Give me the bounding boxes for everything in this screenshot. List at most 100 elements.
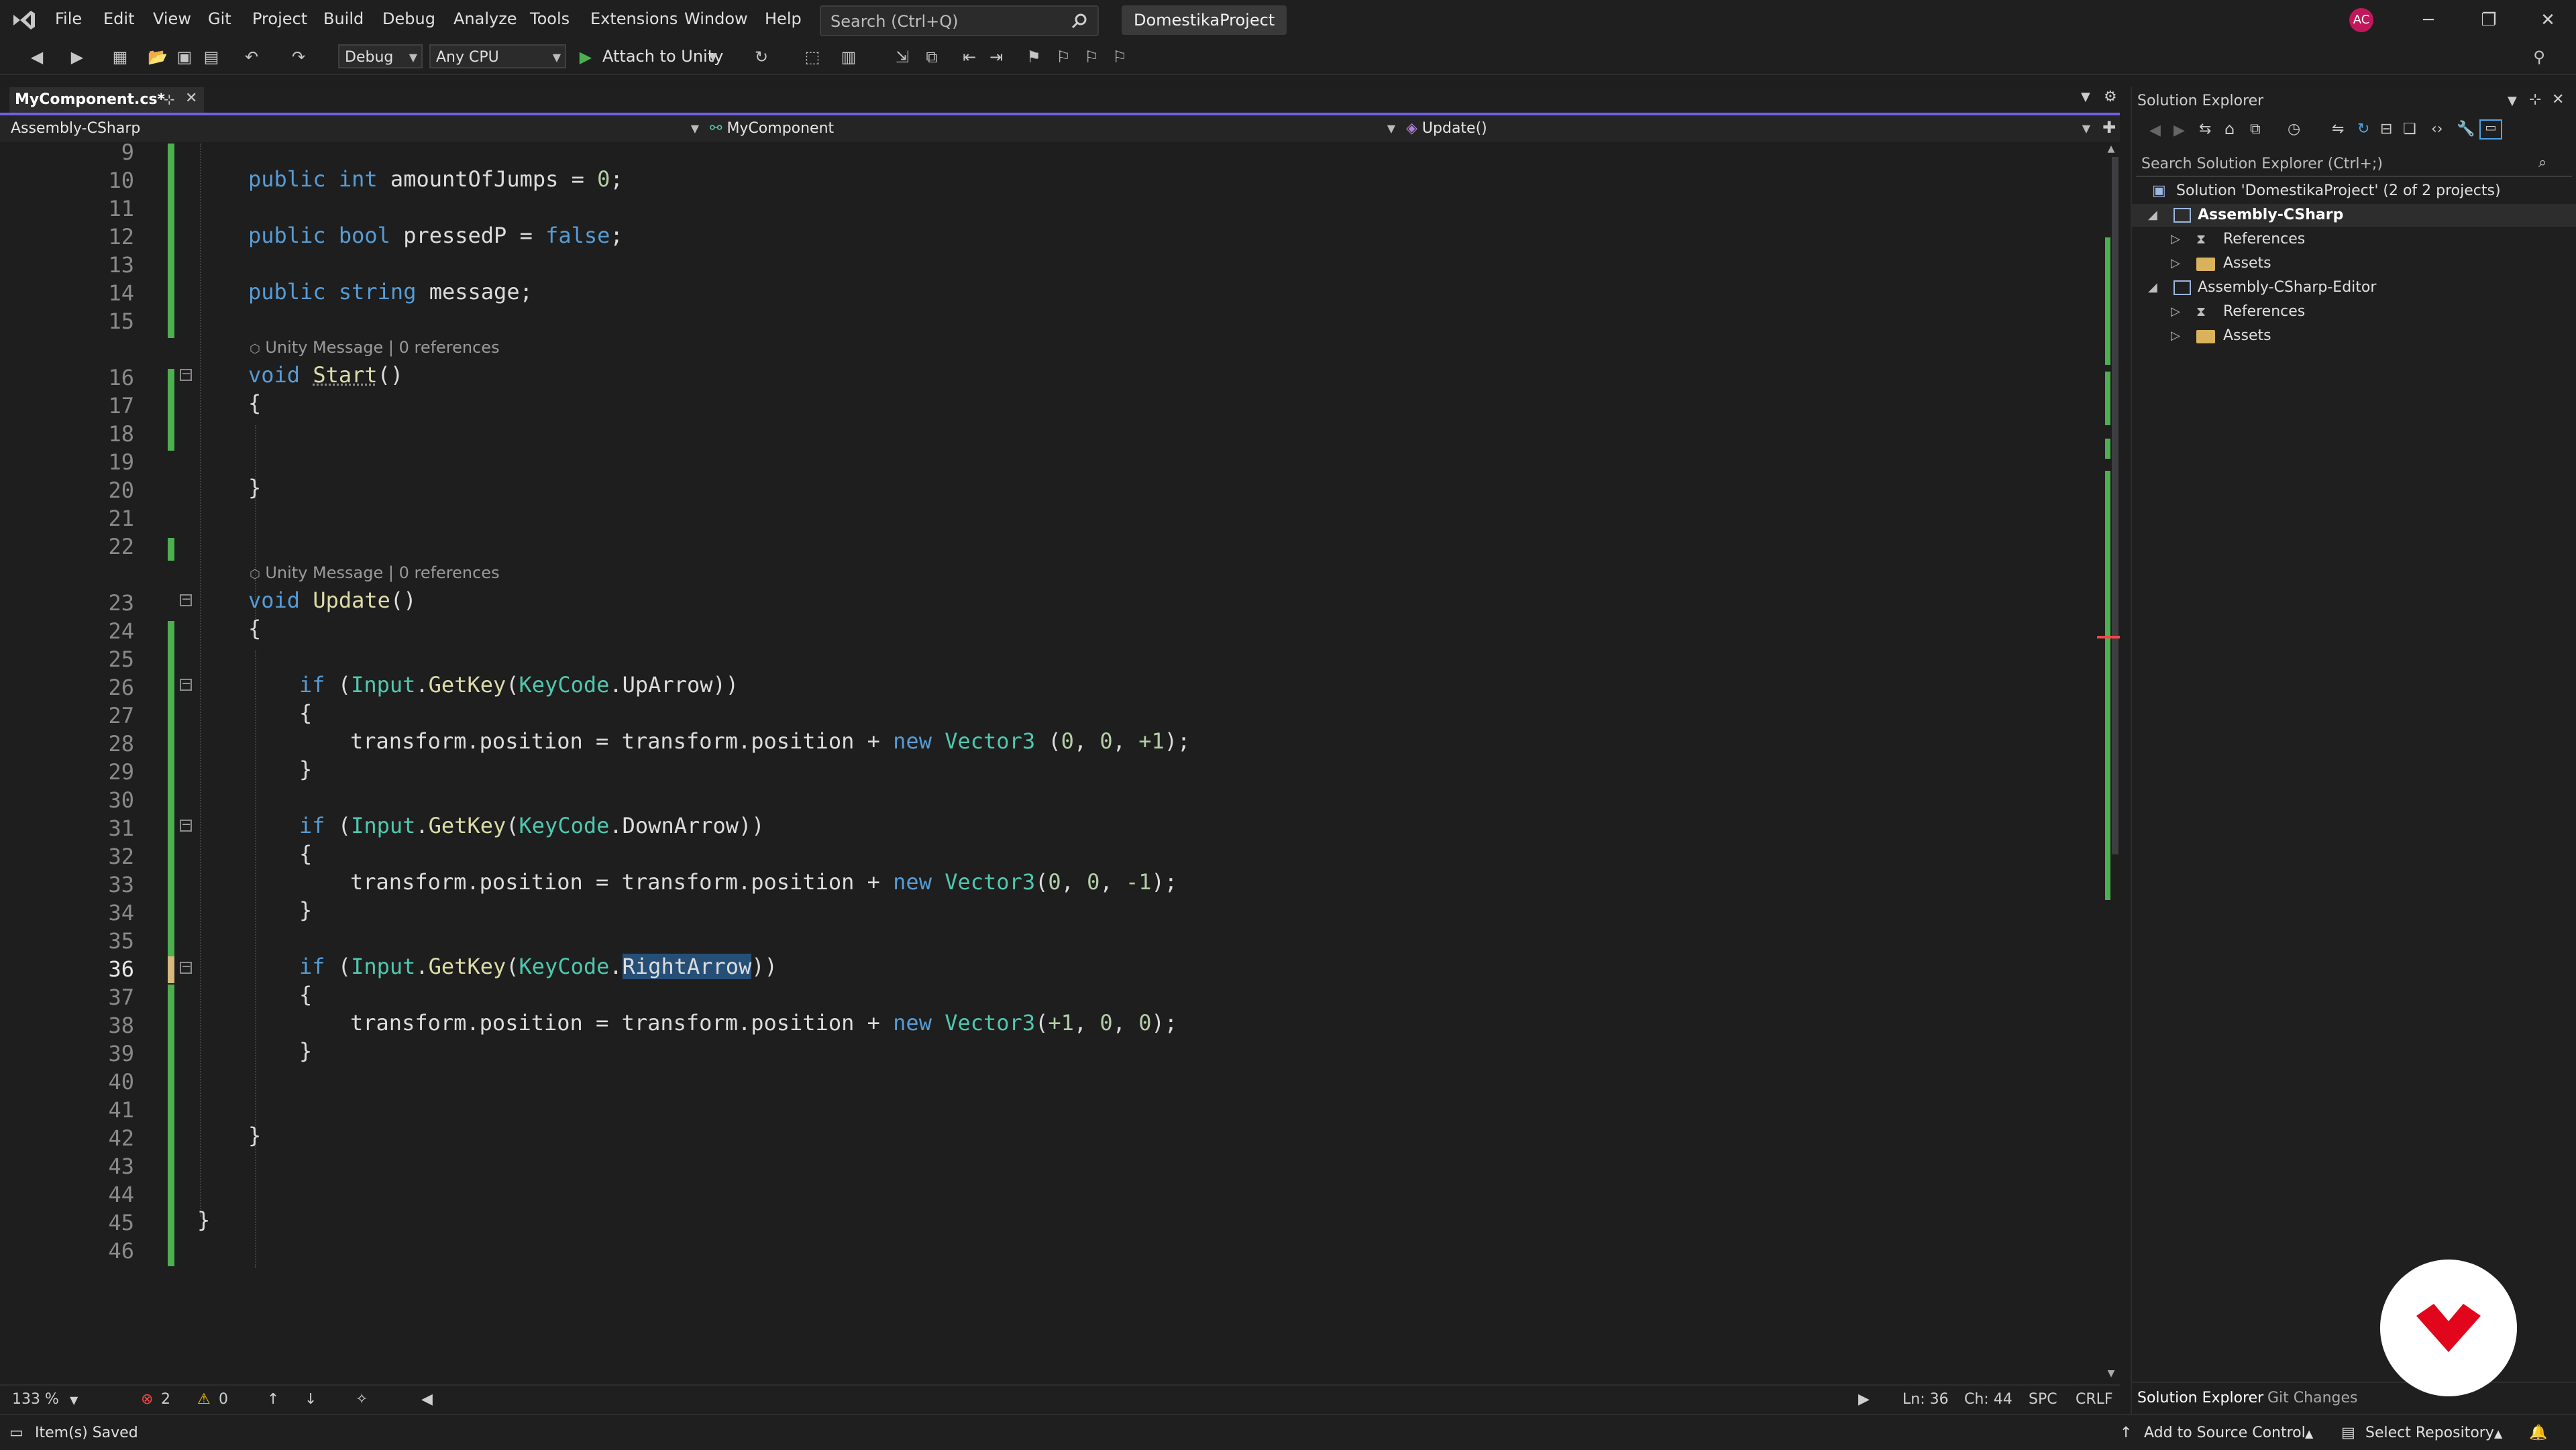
error-icon[interactable]: ⊗ <box>141 1391 153 1408</box>
source-control-icon[interactable]: ↑ <box>2120 1425 2132 1441</box>
column-position[interactable]: Ch: 44 <box>1964 1391 2012 1408</box>
collapse-icon[interactable]: − <box>180 678 192 691</box>
search-icon[interactable]: ⌕ <box>2538 154 2546 171</box>
menu-project[interactable]: Project <box>252 9 307 28</box>
pin-icon[interactable]: ⊹ <box>2529 91 2541 108</box>
repository-icon[interactable]: ▤ <box>2341 1425 2355 1441</box>
collapse-icon[interactable]: − <box>180 594 192 606</box>
chevron-up-icon[interactable]: ▲ <box>2305 1427 2313 1440</box>
tree-project[interactable]: Assembly-CSharp <box>2198 207 2343 223</box>
collapse-icon[interactable]: − <box>180 368 192 381</box>
project-dropdown[interactable]: Assembly-CSharp ▼ <box>11 118 702 140</box>
collapsed-icon[interactable]: ▷ <box>2171 232 2180 246</box>
scroll-up-icon[interactable]: ▲ <box>2102 144 2120 157</box>
warning-count[interactable]: 0 <box>219 1391 228 1408</box>
tree-references[interactable]: References <box>2223 231 2305 247</box>
save-all-icon[interactable]: ▤ <box>201 47 221 67</box>
menu-tools[interactable]: Tools <box>530 9 570 28</box>
zoom-level[interactable]: 133 % <box>12 1391 59 1408</box>
scroll-down-icon[interactable]: ▼ <box>2102 1368 2120 1382</box>
collapsed-icon[interactable]: ▷ <box>2171 256 2180 270</box>
pin-icon[interactable]: ⊹ <box>164 91 175 107</box>
forward-icon[interactable]: ▶ <box>2174 122 2185 139</box>
clear-bookmarks-icon[interactable]: ⚐ <box>1110 47 1130 67</box>
line-ending[interactable]: CRLF <box>2076 1391 2113 1408</box>
undo-icon[interactable]: ↶ <box>241 47 262 67</box>
scroll-right-icon[interactable]: ▶ <box>1858 1391 1870 1408</box>
expanded-icon[interactable]: ◢ <box>2148 280 2157 294</box>
chevron-down-icon[interactable]: ▼ <box>70 1394 78 1406</box>
refresh-icon[interactable]: ↻ <box>2357 121 2369 137</box>
code-cleanup-icon[interactable]: ✧ <box>356 1391 368 1408</box>
error-count[interactable]: 2 <box>161 1391 170 1408</box>
menu-view[interactable]: View <box>153 9 191 28</box>
restore-button[interactable]: ❐ <box>2475 7 2502 34</box>
menu-help[interactable]: Help <box>765 9 802 28</box>
menu-git[interactable]: Git <box>208 9 231 28</box>
indentation-mode[interactable]: SPC <box>2029 1391 2057 1408</box>
pending-changes-icon[interactable]: ◷ <box>2288 121 2300 137</box>
show-all-files-icon[interactable]: ❏ <box>2403 121 2416 137</box>
platform-select[interactable]: Any CPU ▼ <box>429 44 566 68</box>
expanded-icon[interactable]: ◢ <box>2148 208 2157 222</box>
outdent-icon[interactable]: ⇥ <box>986 47 1006 67</box>
menu-analyze[interactable]: Analyze <box>453 9 517 28</box>
sync-active-doc-icon[interactable]: ⇋ <box>2332 121 2344 137</box>
minimize-button[interactable]: ─ <box>2415 7 2442 34</box>
tree-references[interactable]: References <box>2223 303 2305 320</box>
live-share-icon[interactable]: ⚲ <box>2529 47 2549 67</box>
collapse-icon[interactable]: − <box>180 819 192 832</box>
visual-studio-logo-icon[interactable] <box>11 7 38 34</box>
tree-assets[interactable]: Assets <box>2223 255 2271 272</box>
browser-link-icon[interactable]: ⬚ <box>802 47 822 67</box>
menu-debug[interactable]: Debug <box>382 9 435 28</box>
sync-icon[interactable]: ⇆ <box>2199 121 2211 137</box>
split-editor-icon[interactable]: ✚ <box>2102 118 2116 137</box>
add-to-source-control-button[interactable]: Add to Source Control <box>2144 1425 2306 1441</box>
play-icon[interactable]: ▶ <box>576 47 596 67</box>
select-repository-button[interactable]: Select Repository <box>2365 1425 2494 1441</box>
notifications-icon[interactable]: 🔔 <box>2529 1425 2547 1441</box>
codelens-update[interactable]: ⬡ Unity Message | 0 references <box>250 563 500 582</box>
menu-extensions[interactable]: Extensions <box>590 9 678 28</box>
menu-edit[interactable]: Edit <box>103 9 134 28</box>
tree-assets[interactable]: Assets <box>2223 327 2271 344</box>
class-dropdown[interactable]: ⚯ MyComponent ▼ <box>710 118 1398 140</box>
next-bookmark-icon[interactable]: ⚐ <box>1081 47 1102 67</box>
home-icon[interactable]: ⌂ <box>2224 119 2235 138</box>
member-dropdown[interactable]: ◈ Update() ▼ <box>1406 118 2093 140</box>
close-icon[interactable]: ✕ <box>2552 91 2564 108</box>
menu-build[interactable]: Build <box>323 9 364 28</box>
back-icon[interactable]: ◀ <box>27 47 47 67</box>
close-window-button[interactable]: ✕ <box>2534 7 2561 34</box>
tree-project[interactable]: Assembly-CSharp-Editor <box>2198 279 2376 296</box>
code-view-icon[interactable]: ‹› <box>2431 121 2443 137</box>
solution-search-input[interactable]: Search Solution Explorer (Ctrl+;) ⌕ <box>2136 152 2572 177</box>
line-position[interactable]: Ln: 36 <box>1902 1391 1949 1408</box>
project-name-badge[interactable]: DomestikaProject <box>1122 5 1287 35</box>
chevron-down-icon[interactable]: ▼ <box>2508 94 2517 108</box>
preview-icon[interactable]: ▭ <box>2479 119 2502 140</box>
tree-solution[interactable]: Solution 'DomestikaProject' (2 of 2 proj… <box>2176 182 2501 199</box>
tab-solution-explorer[interactable]: Solution Explorer <box>2137 1390 2263 1406</box>
bookmark-icon[interactable]: ⚑ <box>1024 47 1044 67</box>
forward-icon[interactable]: ▶ <box>67 47 87 67</box>
menu-file[interactable]: File <box>55 9 82 28</box>
configuration-select[interactable]: Debug ▼ <box>338 44 423 68</box>
gear-icon[interactable]: ⚙ <box>2104 89 2117 105</box>
tab-overflow-icon[interactable]: ▼ <box>2081 90 2090 104</box>
back-icon[interactable]: ◀ <box>2149 122 2161 139</box>
collapsed-icon[interactable]: ▷ <box>2171 304 2180 319</box>
tab-git-changes[interactable]: Git Changes <box>2267 1390 2357 1406</box>
chevron-down-icon[interactable]: ▼ <box>703 47 723 67</box>
prev-bookmark-icon[interactable]: ⚐ <box>1053 47 1073 67</box>
save-icon[interactable]: ▣ <box>174 47 195 67</box>
properties-icon[interactable]: 🔧 <box>2457 121 2475 137</box>
chevron-up-icon[interactable]: ▲ <box>2494 1427 2502 1440</box>
open-file-icon[interactable]: 📂 <box>148 47 168 67</box>
code-editor[interactable]: 9 10 11 12 13 14 15 16 17 18 19 20 21 22… <box>0 144 2100 1384</box>
codelens-start[interactable]: ⬡ Unity Message | 0 references <box>250 338 500 357</box>
warning-icon[interactable]: ⚠ <box>197 1391 211 1408</box>
previous-issue-icon[interactable]: ↑ <box>267 1391 279 1408</box>
collapse-icon[interactable]: − <box>180 961 192 974</box>
